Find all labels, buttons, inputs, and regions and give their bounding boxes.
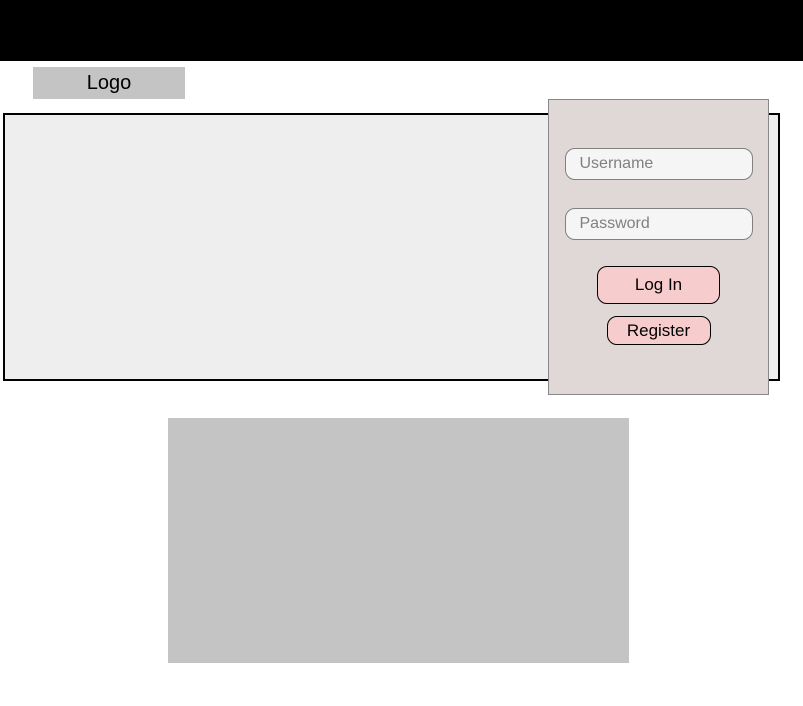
login-button[interactable]: Log In (597, 266, 720, 304)
username-input[interactable] (565, 148, 753, 180)
password-input[interactable] (565, 208, 753, 240)
content-image-placeholder (168, 418, 629, 663)
logo-label: Logo (87, 72, 132, 95)
logo: Logo (33, 67, 185, 99)
register-button[interactable]: Register (607, 316, 711, 345)
top-black-bar (0, 0, 803, 61)
login-panel: Log In Register (548, 99, 769, 395)
